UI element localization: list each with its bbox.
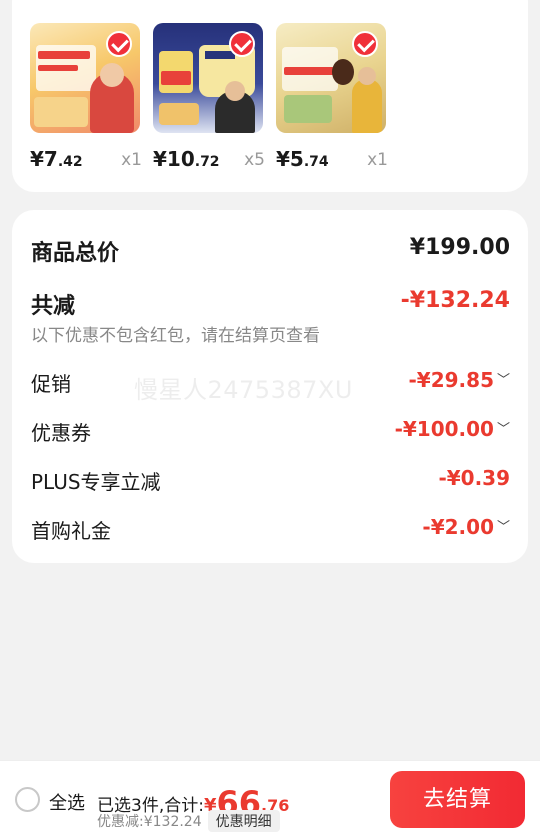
- selected-check-icon[interactable]: [352, 31, 378, 57]
- select-all-radio[interactable]: [15, 787, 40, 812]
- product-item[interactable]: ¥5.74 x1: [276, 23, 388, 171]
- selected-check-icon[interactable]: [106, 31, 132, 57]
- coupon-row[interactable]: 优惠券 -¥100.00 ﹀: [31, 417, 510, 446]
- total-price-row: 商品总价 ¥199.00: [31, 235, 510, 267]
- plus-discount-row: PLUS专享立减 -¥0.39: [31, 466, 510, 495]
- total-price-label: 商品总价: [31, 241, 120, 266]
- watermark: 慢星人2475387XU: [134, 376, 353, 404]
- product-thumbnail[interactable]: [30, 23, 140, 133]
- checkout-button[interactable]: 去结算: [390, 771, 525, 828]
- first-purchase-gift-value[interactable]: -¥2.00 ﹀: [422, 515, 510, 539]
- coupon-label: 优惠券: [31, 421, 91, 445]
- product-item[interactable]: ¥7.42 x1: [30, 23, 142, 171]
- discount-amount-text: 优惠减:¥132.24: [97, 814, 202, 830]
- product-price: ¥10.72: [153, 147, 220, 171]
- plus-discount-label: PLUS专享立减: [31, 470, 161, 494]
- total-reduction-value: -¥132.24: [400, 288, 510, 313]
- product-quantity: x1: [121, 150, 142, 170]
- discount-detail-button[interactable]: 优惠明细: [207, 810, 280, 832]
- product-thumbnail[interactable]: [153, 23, 263, 133]
- discount-note-text: 以下优惠不包含红包，请在结算页查看: [31, 326, 320, 346]
- chevron-down-icon[interactable]: ﹀: [497, 422, 510, 437]
- chevron-down-icon[interactable]: ﹀: [497, 373, 510, 388]
- promotion-value[interactable]: -¥29.85 ﹀: [409, 368, 511, 392]
- product-price: ¥7.42: [30, 147, 83, 171]
- first-purchase-gift-row[interactable]: 首购礼金 -¥2.00 ﹀: [31, 515, 510, 544]
- product-quantity: x1: [367, 150, 388, 170]
- first-purchase-gift-label: 首购礼金: [31, 519, 111, 543]
- select-all-label[interactable]: 全选: [49, 789, 85, 815]
- total-reduction-label: 共减: [31, 294, 76, 319]
- coupon-value[interactable]: -¥100.00 ﹀: [395, 417, 510, 441]
- product-thumbnail[interactable]: [276, 23, 386, 133]
- selected-check-icon[interactable]: [229, 31, 255, 57]
- selected-products-card: ¥7.42 x1 ¥10.72 x5 ¥5.74 x1: [12, 0, 528, 192]
- checkout-bar: 全选 已选3件,合计:¥66.76 优惠减:¥132.24 优惠明细 去结算: [0, 760, 540, 836]
- product-item[interactable]: ¥10.72 x5: [153, 23, 265, 171]
- product-price: ¥5.74: [276, 147, 329, 171]
- total-reduction-row: 共减 -¥132.24: [31, 288, 510, 320]
- chevron-down-icon[interactable]: ﹀: [497, 520, 510, 535]
- discount-note: 以下优惠不包含红包，请在结算页查看: [31, 321, 510, 346]
- promotion-label: 促销: [31, 372, 71, 396]
- product-quantity: x5: [244, 150, 265, 170]
- total-price-value: ¥199.00: [409, 235, 510, 260]
- discount-summary: 优惠减:¥132.24 优惠明细: [97, 810, 280, 832]
- plus-discount-value: -¥0.39: [438, 466, 510, 490]
